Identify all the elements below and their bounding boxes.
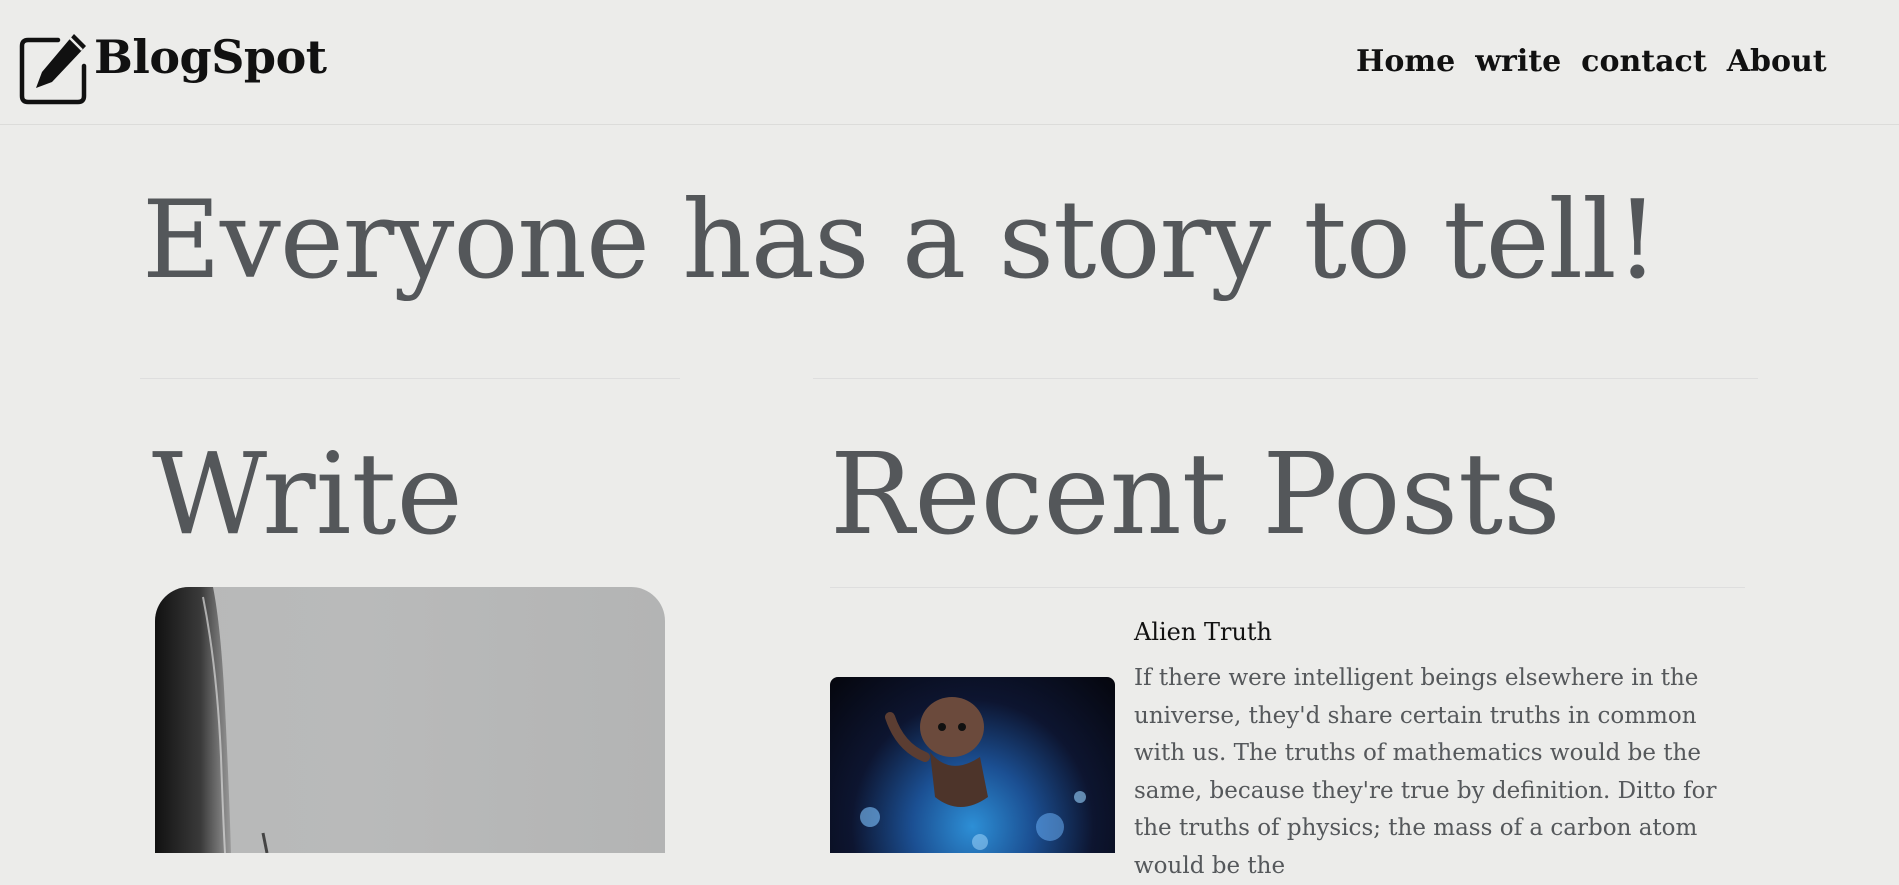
brand-logo[interactable]: BlogSpot <box>18 30 327 106</box>
recent-posts-title: Recent Posts <box>830 430 1561 560</box>
posts-divider <box>813 378 1758 379</box>
write-section-title: Write <box>152 430 463 560</box>
nav-about-link[interactable]: About <box>1727 44 1827 79</box>
post-thumbnail-art <box>860 697 1086 850</box>
nav-write-link[interactable]: write <box>1475 44 1561 79</box>
nav-home-link[interactable]: Home <box>1356 44 1455 79</box>
top-navbar: BlogSpot Home write contact About <box>0 0 1899 125</box>
main-nav: Home write contact About <box>1356 44 1827 79</box>
post-thumbnail[interactable] <box>830 677 1115 853</box>
write-cover-image[interactable] <box>155 587 665 853</box>
write-image-art <box>155 587 269 853</box>
nav-contact-link[interactable]: contact <box>1581 44 1707 79</box>
edit-square-icon <box>18 30 90 106</box>
recent-posts-divider <box>830 587 1745 588</box>
post-title[interactable]: Alien Truth <box>1134 618 1272 646</box>
brand-name: BlogSpot <box>94 30 327 84</box>
post-excerpt: If there were intelligent beings elsewhe… <box>1134 665 1717 879</box>
hero-title: Everyone has a story to tell! <box>142 178 1659 303</box>
write-divider <box>140 378 680 379</box>
